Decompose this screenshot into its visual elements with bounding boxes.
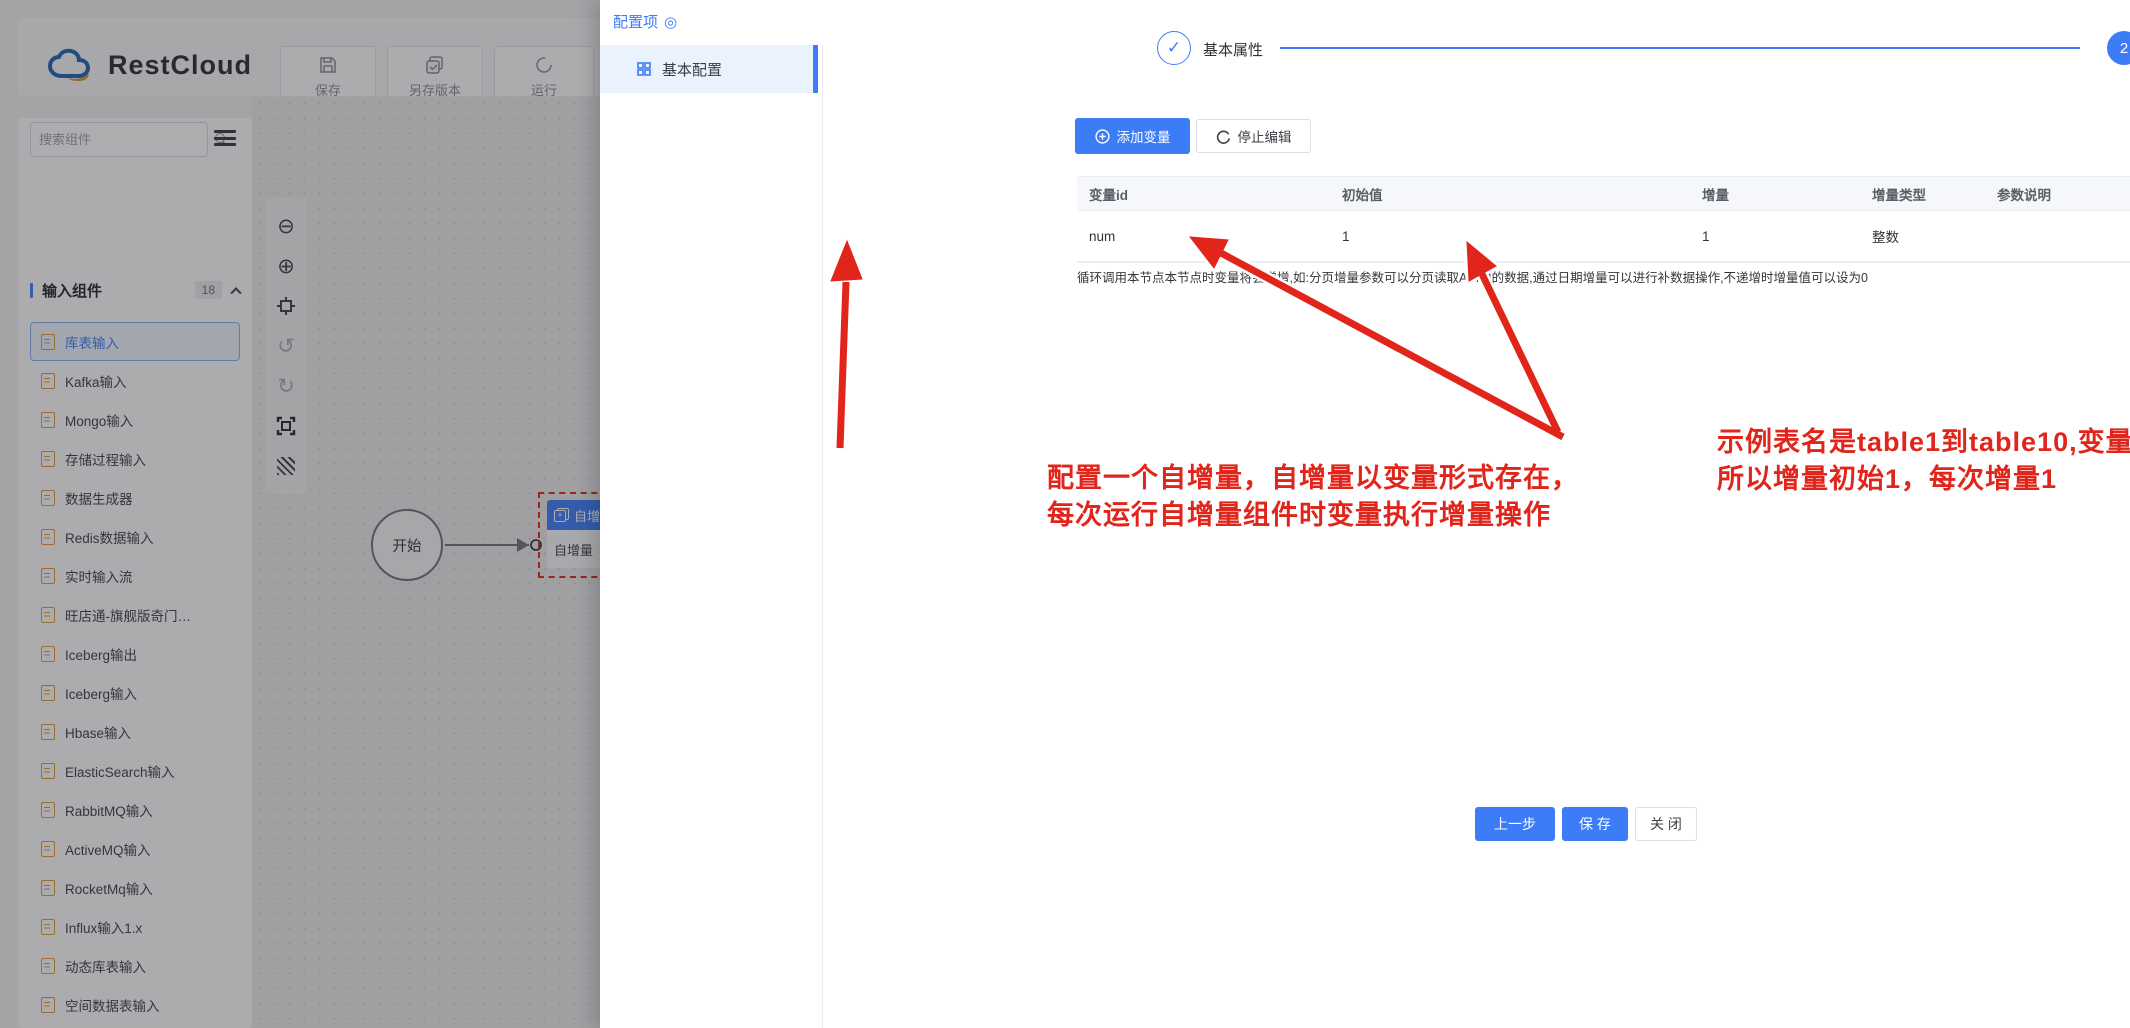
cell-initial: 1 bbox=[1342, 228, 1350, 244]
step2-number-circle: 2 bbox=[2107, 31, 2130, 65]
col-header-type: 增量类型 bbox=[1872, 187, 1926, 203]
grid-icon bbox=[637, 62, 651, 76]
cell-increment: 1 bbox=[1702, 228, 1710, 244]
previous-step-label: 上一步 bbox=[1494, 816, 1536, 832]
previous-step-button[interactable]: 上一步 bbox=[1475, 807, 1555, 841]
footer-buttons: 上一步 保 存 关 闭 bbox=[1475, 807, 1697, 841]
annotation-left-line1: 配置一个自增量，自增量以变量形式存在， bbox=[1047, 463, 1579, 493]
stepper: ✓ 基本属性 2 自增量设置 bbox=[822, 0, 2130, 96]
workspace-region: RestCloud 保存 另存版本 运行 输入组件 bbox=[0, 0, 608, 1028]
stop-edit-button[interactable]: 停止编辑 bbox=[1196, 119, 1311, 153]
app-root: RestCloud 保存 另存版本 运行 输入组件 bbox=[0, 0, 2130, 1028]
annotation-right-line1: 示例表名是table1到table10,变量取值1-10 bbox=[1717, 427, 2130, 457]
stop-edit-label: 停止编辑 bbox=[1237, 130, 1292, 145]
step2-number: 2 bbox=[2119, 39, 2129, 57]
cell-type: 整数 bbox=[1872, 230, 1899, 245]
nav-item-label: 基本配置 bbox=[662, 61, 723, 79]
config-content: ✓ 基本属性 2 自增量设置 添加变量 停止编辑 bbox=[822, 0, 2130, 1028]
active-indicator-bar bbox=[813, 45, 818, 93]
annotation-left: 配置一个自增量，自增量以变量形式存在， 每次运行自增量组件时变量执行增量操作 bbox=[1047, 460, 1687, 534]
gear-icon[interactable]: ◎ bbox=[664, 13, 677, 31]
stepper-connector-line bbox=[1280, 47, 2080, 49]
col-header-desc: 参数说明 bbox=[1997, 187, 2051, 203]
nav-item-basic-config[interactable]: 基本配置 bbox=[600, 45, 818, 93]
step1-check-circle: ✓ bbox=[1157, 31, 1191, 65]
increment-hint-text: 循环调用本节点本节点时变量将会递增,如:分页增量参数可以分页读取API中的数据,… bbox=[1077, 271, 1868, 285]
annotation-left-line2: 每次运行自增量组件时变量执行增量操作 bbox=[1047, 500, 1551, 530]
annotation-right-line2: 所以增量初始1，每次增量1 bbox=[1717, 464, 2058, 494]
col-header-initial: 初始值 bbox=[1342, 187, 1383, 203]
add-variable-label: 添加变量 bbox=[1116, 130, 1171, 145]
close-button[interactable]: 关 闭 bbox=[1635, 807, 1697, 841]
step1-label: 基本属性 bbox=[1203, 42, 1264, 59]
config-panel-title: 配置项 ◎ bbox=[613, 11, 677, 32]
cell-var-id: num bbox=[1089, 228, 1116, 244]
refresh-icon bbox=[1216, 129, 1231, 144]
save-config-label: 保 存 bbox=[1579, 816, 1611, 832]
cell-desc bbox=[1985, 211, 2130, 261]
modal-backdrop bbox=[0, 0, 600, 1028]
annotation-right: 示例表名是table1到table10,变量取值1-10 所以增量初始1，每次增… bbox=[1717, 424, 2130, 498]
variable-table: 变量id 初始值 增量 增量类型 参数说明 操作 num 1 1 整数 删除 bbox=[1077, 176, 2130, 263]
table-row: num 1 1 整数 删除 bbox=[1077, 211, 2130, 262]
config-modal: 配置项 ◎ 基本配置 ✓ 基本属性 2 自增量设置 bbox=[600, 0, 2130, 1028]
col-header-var-id: 变量id bbox=[1089, 187, 1128, 203]
close-button-label: 关 闭 bbox=[1650, 816, 1682, 832]
check-icon: ✓ bbox=[1166, 38, 1182, 57]
table-header-row: 变量id 初始值 增量 增量类型 参数说明 操作 bbox=[1077, 177, 2130, 211]
add-variable-button[interactable]: 添加变量 bbox=[1075, 118, 1190, 154]
plus-circle-icon bbox=[1094, 128, 1110, 144]
col-header-increment: 增量 bbox=[1702, 187, 1729, 203]
save-config-button[interactable]: 保 存 bbox=[1562, 807, 1628, 841]
config-title-text: 配置项 bbox=[613, 14, 659, 31]
